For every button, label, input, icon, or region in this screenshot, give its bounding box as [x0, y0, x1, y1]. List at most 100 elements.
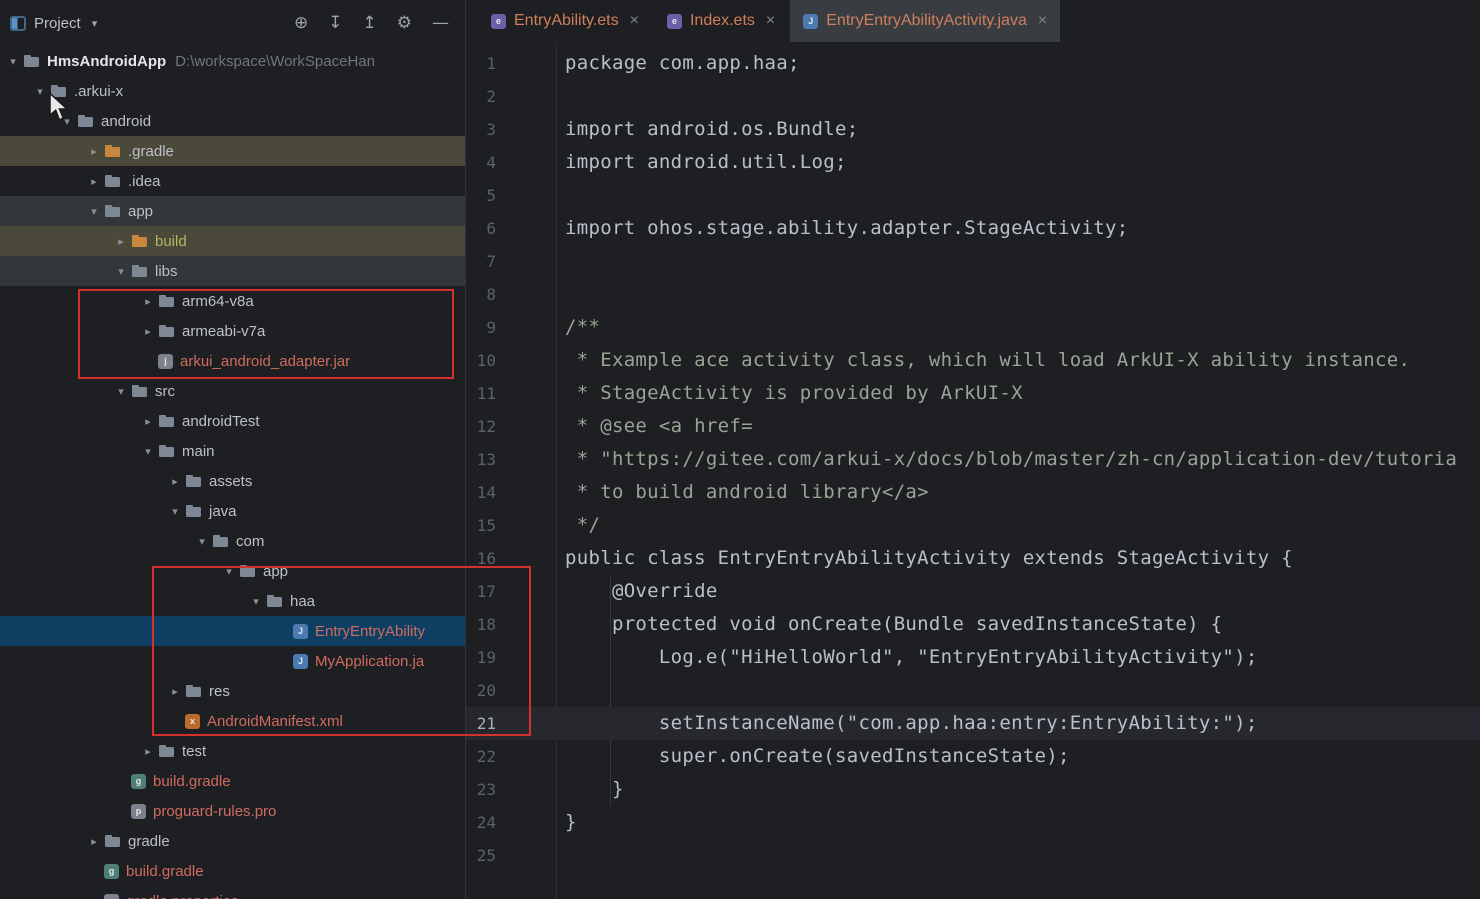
tree-item-myapplication-ja[interactable]: MyApplication.ja — [0, 646, 465, 676]
tree-item-arkui-android-adapter-jar[interactable]: arkui_android_adapter.jar — [0, 346, 465, 376]
folder-icon — [23, 53, 40, 69]
code-text[interactable]: import android.os.Bundle; — [565, 113, 858, 146]
chevron-collapsed-icon[interactable]: ▸ — [85, 175, 103, 188]
tree-item-build[interactable]: ▸ build — [0, 226, 465, 256]
chevron-collapsed-icon[interactable]: ▸ — [166, 685, 184, 698]
tree-item-assets[interactable]: ▸ assets — [0, 466, 465, 496]
expand-all-icon[interactable]: ↧ — [328, 15, 342, 32]
chevron-expanded-icon[interactable]: ▾ — [112, 265, 130, 278]
chevron-expanded-icon[interactable]: ▾ — [58, 115, 76, 128]
code-text[interactable]: Log.e("HiHelloWorld", "EntryEntryAbility… — [565, 641, 1258, 674]
tree-item-java[interactable]: ▾ java — [0, 496, 465, 526]
code-text[interactable]: */ — [565, 509, 600, 542]
code-text[interactable]: } — [565, 773, 624, 806]
tab-entryentryabilityactivity-java[interactable]: EntryEntryAbilityActivity.java × — [790, 0, 1060, 42]
project-dropdown-chevron-icon[interactable]: ▾ — [92, 17, 98, 30]
chevron-expanded-icon[interactable]: ▾ — [193, 535, 211, 548]
code-text[interactable]: import android.util.Log; — [565, 146, 847, 179]
tree-item-app[interactable]: ▾ app — [0, 196, 465, 226]
line-number: 16 — [466, 542, 496, 575]
chevron-expanded-icon[interactable]: ▾ — [31, 85, 49, 98]
tree-item-arm64-v8a[interactable]: ▸ arm64-v8a — [0, 286, 465, 316]
code-text[interactable]: * StageActivity is provided by ArkUI-X — [565, 377, 1023, 410]
tree-item-label: app — [128, 203, 153, 220]
chevron-expanded-icon[interactable]: ▾ — [247, 595, 265, 608]
tree-item-main[interactable]: ▾ main — [0, 436, 465, 466]
chevron-collapsed-icon[interactable]: ▸ — [139, 325, 157, 338]
tree-item-androidmanifest-xml[interactable]: AndroidManifest.xml — [0, 706, 465, 736]
collapse-all-icon[interactable]: ↥ — [363, 15, 377, 32]
line-number: 21 — [466, 707, 496, 740]
tab-close-icon[interactable]: × — [630, 12, 639, 30]
folder-icon — [77, 113, 94, 129]
tree-item-idea[interactable]: ▸ .idea — [0, 166, 465, 196]
tree-item-app[interactable]: ▾ app — [0, 556, 465, 586]
tab-close-icon[interactable]: × — [766, 12, 775, 30]
line-number: 4 — [466, 146, 496, 179]
chevron-expanded-icon[interactable]: ▾ — [85, 205, 103, 218]
hide-icon[interactable]: — — [432, 15, 449, 32]
chevron-collapsed-icon[interactable]: ▸ — [112, 235, 130, 248]
chevron-collapsed-icon[interactable]: ▸ — [139, 415, 157, 428]
chevron-expanded-icon[interactable]: ▾ — [139, 445, 157, 458]
tree-item-label: build — [155, 233, 187, 250]
chevron-collapsed-icon[interactable]: ▸ — [85, 145, 103, 158]
tree-item-armeabi-v7a[interactable]: ▸ armeabi-v7a — [0, 316, 465, 346]
settings-icon[interactable]: ⚙ — [397, 15, 412, 32]
code-text[interactable]: * to build android library</a> — [565, 476, 929, 509]
tree-item-gradle[interactable]: ▸ .gradle — [0, 136, 465, 166]
code-text[interactable]: super.onCreate(savedInstanceState); — [565, 740, 1070, 773]
tree-item-arkui-x[interactable]: ▾ .arkui-x — [0, 76, 465, 106]
tree-item-label: AndroidManifest.xml — [207, 713, 343, 730]
tree-item-com[interactable]: ▾ com — [0, 526, 465, 556]
code-text[interactable]: * @see <a href= — [565, 410, 753, 443]
tree-item-label: test — [182, 743, 206, 760]
tree-item-build-gradle[interactable]: build.gradle — [0, 856, 465, 886]
tree-item-gradle[interactable]: ▸ gradle — [0, 826, 465, 856]
line-number: 19 — [466, 641, 496, 674]
code-text[interactable]: /** — [565, 311, 600, 344]
code-line-18: 18 protected void onCreate(Bundle savedI… — [466, 608, 1480, 641]
code-text[interactable]: package com.app.haa; — [565, 47, 800, 80]
code-text[interactable]: } — [565, 806, 577, 839]
tree-item-label: EntryEntryAbility — [315, 623, 425, 640]
tree-item-proguard-rules-pro[interactable]: proguard-rules.pro — [0, 796, 465, 826]
chevron-expanded-icon[interactable]: ▾ — [4, 55, 22, 68]
tree-item-libs[interactable]: ▾ libs — [0, 256, 465, 286]
tree-item-entryentryability[interactable]: EntryEntryAbility — [0, 616, 465, 646]
line-number: 6 — [466, 212, 496, 245]
tree-item-test[interactable]: ▸ test — [0, 736, 465, 766]
tree-item-androidtest[interactable]: ▸ androidTest — [0, 406, 465, 436]
chevron-expanded-icon[interactable]: ▾ — [112, 385, 130, 398]
chevron-collapsed-icon[interactable]: ▸ — [139, 745, 157, 758]
tree-item-res[interactable]: ▸ res — [0, 676, 465, 706]
code-line-9: 9 /** — [466, 311, 1480, 344]
tab-entryability-ets[interactable]: EntryAbility.ets × — [478, 0, 652, 42]
tree-item-hmsandroidapp[interactable]: ▾ HmsAndroidApp D:\workspace\WorkSpaceHa… — [0, 46, 465, 76]
tree-item-src[interactable]: ▾ src — [0, 376, 465, 406]
tab-index-ets[interactable]: Index.ets × — [654, 0, 788, 42]
project-panel-title[interactable]: Project — [34, 15, 81, 32]
code-text[interactable]: protected void onCreate(Bundle savedInst… — [565, 608, 1222, 641]
code-text[interactable]: public class EntryEntryAbilityActivity e… — [565, 542, 1293, 575]
code-text[interactable]: setInstanceName("com.app.haa:entry:Entry… — [565, 707, 1258, 740]
code-text[interactable]: import ohos.stage.ability.adapter.StageA… — [565, 212, 1128, 245]
code-editor[interactable]: 1 package com.app.haa; 2 3 import androi… — [466, 42, 1480, 899]
chevron-expanded-icon[interactable]: ▾ — [166, 505, 184, 518]
tree-item-gradle-properties[interactable]: gradle.properties — [0, 886, 465, 899]
code-text[interactable]: * Example ace activity class, which will… — [565, 344, 1410, 377]
tree-item-build-gradle[interactable]: build.gradle — [0, 766, 465, 796]
tree-item-haa[interactable]: ▾ haa — [0, 586, 465, 616]
chevron-expanded-icon[interactable]: ▾ — [220, 565, 238, 578]
tab-close-icon[interactable]: × — [1038, 12, 1047, 30]
chevron-collapsed-icon[interactable]: ▸ — [85, 835, 103, 848]
project-toolbar: Project ▾ ⊕ ↧ ↥ ⚙ — — [0, 0, 465, 46]
code-text[interactable]: * "https://gitee.com/arkui-x/docs/blob/m… — [565, 443, 1457, 476]
tree-item-android[interactable]: ▾ android — [0, 106, 465, 136]
code-text[interactable]: @Override — [565, 575, 718, 608]
locate-icon[interactable]: ⊕ — [294, 15, 308, 32]
folder-icon — [104, 143, 121, 159]
chevron-collapsed-icon[interactable]: ▸ — [166, 475, 184, 488]
code-line-1: 1 package com.app.haa; — [466, 47, 1480, 80]
chevron-collapsed-icon[interactable]: ▸ — [139, 295, 157, 308]
